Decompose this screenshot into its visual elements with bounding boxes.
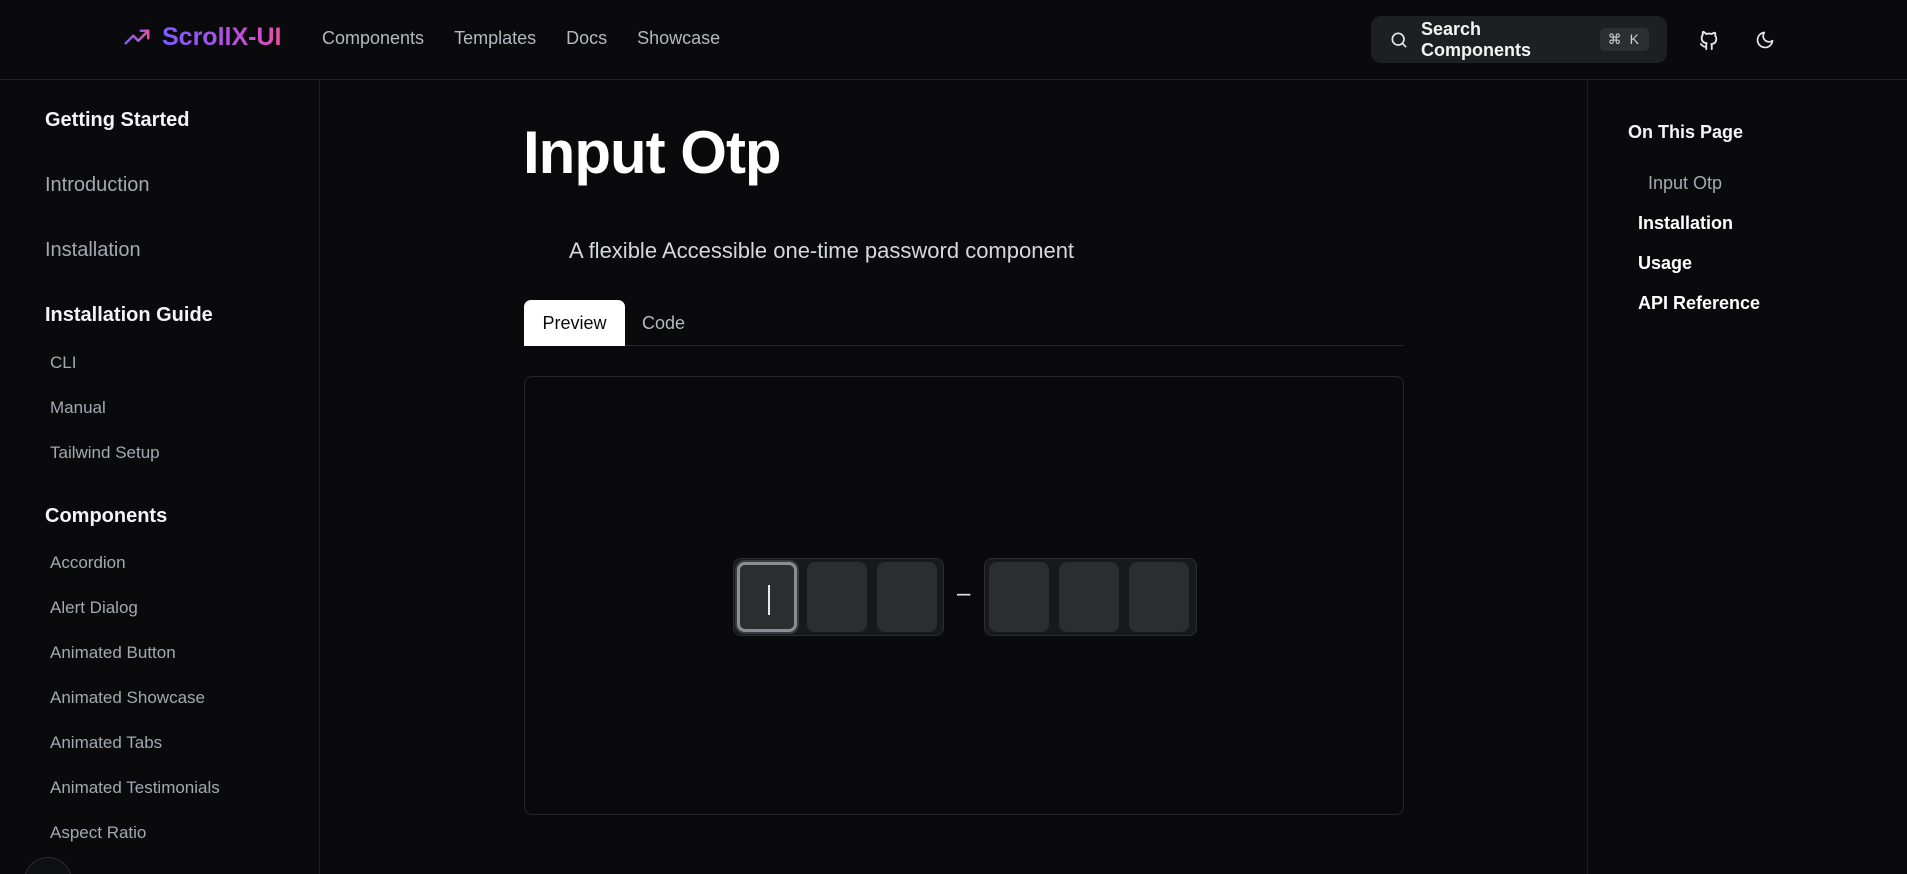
toc-title: On This Page: [1628, 122, 1744, 142]
sidebar-item-tailwind-setup[interactable]: Tailwind Setup: [50, 443, 160, 463]
sidebar-heading-getting-started: Getting Started: [45, 109, 190, 131]
toc-item-installation[interactable]: Installation: [1638, 213, 1733, 234]
github-icon: [1699, 30, 1718, 51]
sidebar-item-animated-tabs[interactable]: Animated Tabs: [50, 733, 162, 753]
otp-slot-5[interactable]: [1059, 562, 1119, 632]
search-label: Search Components: [1421, 18, 1531, 60]
brand-logo-link[interactable]: ScrollX-UI: [122, 22, 281, 52]
page-subtitle: A flexible Accessible one-time password …: [569, 238, 1075, 263]
tab-preview[interactable]: Preview: [524, 300, 625, 346]
sidebar-heading-components: Components: [45, 505, 168, 527]
otp-slot-3[interactable]: [877, 562, 937, 632]
search-icon: [1391, 32, 1407, 48]
search-button[interactable]: Search Components ⌘ K: [1371, 16, 1667, 63]
sidebar-item-animated-button[interactable]: Animated Button: [50, 643, 176, 663]
github-button[interactable]: [1695, 26, 1723, 54]
otp-slot-2[interactable]: [807, 562, 867, 632]
theme-toggle-button[interactable]: [1751, 26, 1779, 54]
brand-name: ScrollX-UI: [162, 22, 282, 51]
toc-item-input-otp[interactable]: Input Otp: [1648, 173, 1722, 194]
nav-docs[interactable]: Docs: [566, 28, 607, 49]
otp-separator: –: [957, 580, 971, 607]
command-symbol: ⌘: [1607, 31, 1624, 47]
page: ScrollX-UI Components Templates Docs Sho…: [0, 0, 1907, 874]
nav-templates[interactable]: Templates: [454, 28, 536, 49]
top-header: ScrollX-UI Components Templates Docs Sho…: [0, 0, 1907, 80]
nav-showcase[interactable]: Showcase: [637, 28, 720, 49]
preview-panel: –: [524, 376, 1404, 815]
search-shortcut: ⌘ K: [1599, 28, 1649, 51]
sidebar-item-alert-dialog[interactable]: Alert Dialog: [50, 598, 138, 618]
sidebar-item-accordion[interactable]: Accordion: [50, 553, 126, 573]
sidebar-item-introduction[interactable]: Introduction: [45, 174, 150, 197]
nav-components[interactable]: Components: [322, 28, 424, 49]
text-caret: [768, 585, 770, 615]
toc-item-usage[interactable]: Usage: [1638, 253, 1692, 274]
table-of-contents: On This Page Input Otp Installation Usag…: [1587, 80, 1907, 874]
preview-code-tabs: Preview Code: [524, 300, 1404, 346]
otp-group-second: [984, 558, 1197, 636]
sidebar-item-aspect-ratio[interactable]: Aspect Ratio: [50, 823, 146, 843]
main-nav: Components Templates Docs Showcase: [322, 28, 720, 49]
shortcut-key: K: [1629, 31, 1641, 47]
sidebar-item-manual[interactable]: Manual: [50, 398, 106, 418]
sidebar-heading-installation-guide: Installation Guide: [45, 304, 213, 326]
sidebar-item-animated-showcase[interactable]: Animated Showcase: [50, 688, 205, 708]
moon-icon: [1756, 31, 1774, 49]
sidebar-item-installation[interactable]: Installation: [45, 239, 141, 262]
toc-item-api-reference[interactable]: API Reference: [1638, 293, 1760, 314]
tab-code[interactable]: Code: [642, 300, 685, 346]
otp-slot-6[interactable]: [1129, 562, 1189, 632]
sidebar-item-cli[interactable]: CLI: [50, 353, 76, 373]
otp-slot-1[interactable]: [737, 562, 797, 632]
otp-slot-4[interactable]: [989, 562, 1049, 632]
otp-group-first: [733, 558, 944, 636]
sidebar-item-animated-testimonials[interactable]: Animated Testimonials: [50, 778, 220, 798]
trending-up-icon: [124, 29, 150, 50]
left-sidebar: Getting Started Introduction Installatio…: [0, 80, 320, 874]
page-title: Input Otp: [523, 119, 782, 186]
